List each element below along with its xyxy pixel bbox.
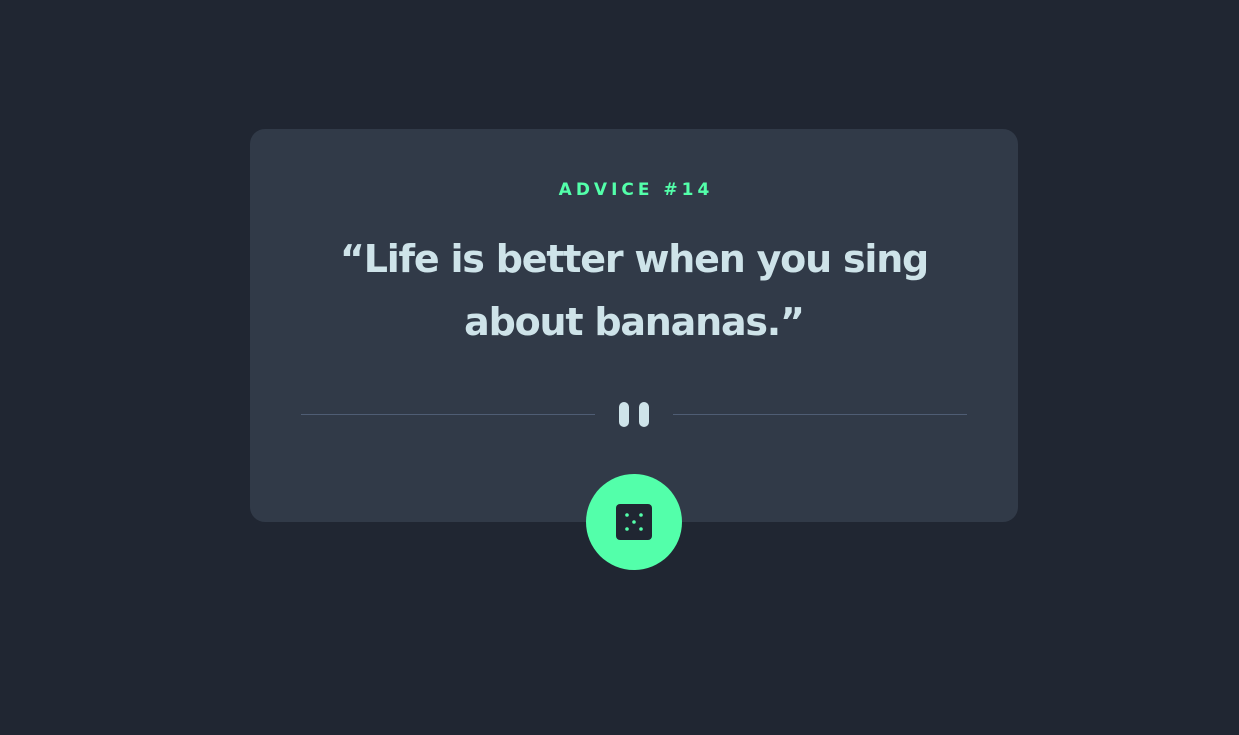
advice-id-label: ADVICE #14 bbox=[558, 180, 714, 200]
new-advice-button[interactable] bbox=[586, 474, 682, 570]
divider-line-left bbox=[301, 414, 595, 415]
advice-card: ADVICE #14 “Life is better when you sing… bbox=[250, 129, 1018, 522]
divider-line-right bbox=[673, 414, 967, 415]
pause-bar-left bbox=[619, 402, 629, 427]
dice-icon bbox=[616, 504, 652, 540]
advice-quote: “Life is better when you sing about bana… bbox=[339, 237, 929, 344]
pause-bar-right bbox=[639, 402, 649, 427]
pause-icon bbox=[618, 402, 650, 427]
pattern-divider bbox=[301, 400, 967, 430]
